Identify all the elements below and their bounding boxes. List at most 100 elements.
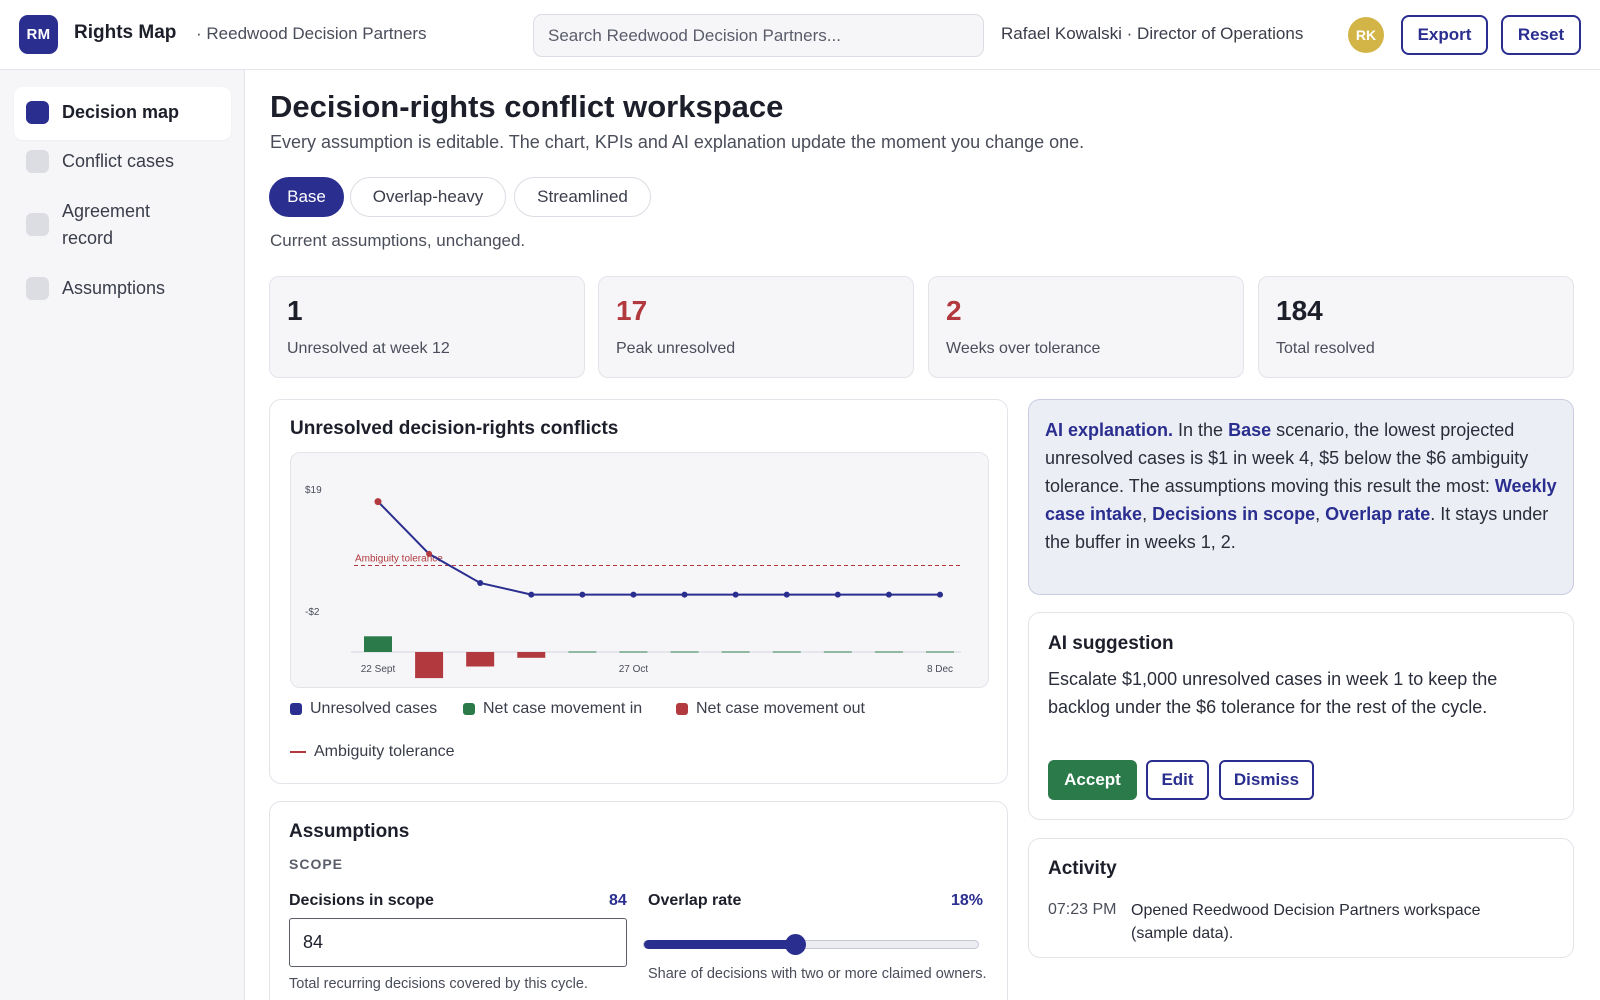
unresolved-point: [528, 591, 535, 598]
chart-title: Unresolved decision-rights conflicts: [290, 418, 619, 439]
slider-thumb[interactable]: [785, 934, 807, 955]
assumptions-icon: [26, 277, 49, 300]
agreement-record-icon: [26, 213, 49, 236]
ai-scenario: Base: [1228, 420, 1272, 440]
legend-in: Net case movement in: [463, 700, 642, 718]
sidebar-item-label: Assumptions: [62, 278, 166, 298]
kpi-value: 2: [946, 295, 962, 326]
page-subtitle: Every assumption is editable. The chart,…: [270, 132, 1085, 152]
ai-suggestion-text: Escalate $1,000 unresolved cases in week…: [1048, 669, 1498, 717]
unresolved-point: [834, 591, 841, 598]
kpi-weeks-over-tolerance: 2 Weeks over tolerance: [928, 276, 1244, 378]
legend-label: Ambiguity tolerance: [314, 743, 455, 760]
sidebar-item-label: Agreement record: [62, 201, 151, 248]
decisions-in-scope-value: 84: [609, 892, 627, 909]
y-tick-label: -$2: [305, 607, 320, 618]
sidebar-item-conflict-cases[interactable]: Conflict cases: [14, 136, 231, 189]
chart-card: Unresolved decision-rights conflicts Amb…: [269, 399, 1008, 784]
activity-title: Activity: [1048, 858, 1117, 879]
sidebar-item-assumptions[interactable]: Assumptions: [14, 263, 231, 316]
ai-text: ,: [1142, 504, 1153, 524]
legend-swatch: [290, 703, 302, 715]
unresolved-point: [579, 591, 586, 598]
kpi-unresolved-week-12: 1 Unresolved at week 12: [269, 276, 585, 378]
unresolved-conflicts-chart: Ambiguity tolerance$19-$222 Sept 27 Oct 8 …: [305, 485, 961, 679]
assumptions-title: Assumptions: [289, 821, 410, 842]
kpi-value: 184: [1276, 295, 1323, 326]
unresolved-point: [937, 591, 943, 598]
scenario-tab-overlap-heavy[interactable]: Overlap-heavy: [350, 177, 506, 217]
decisions-in-scope-input[interactable]: [289, 918, 627, 967]
accept-button[interactable]: Accept: [1048, 760, 1137, 800]
legend-label: Net case movement in: [483, 700, 643, 717]
unresolved-point: [477, 579, 484, 586]
unresolved-point: [630, 591, 637, 598]
conflict-cases-icon: [26, 150, 49, 173]
ai-driver[interactable]: Overlap rate: [1325, 504, 1430, 524]
page-title: Decision-rights conflict workspace: [270, 89, 784, 124]
bar-in: [364, 636, 392, 652]
legend-out: Net case movement out: [676, 700, 865, 718]
ai-driver[interactable]: Decisions in scope: [1152, 504, 1315, 524]
app-logo: RM: [19, 15, 58, 54]
legend-swatch: [676, 703, 688, 715]
kpi-label: Unresolved at week 12: [287, 340, 450, 357]
bar-out: [415, 652, 444, 679]
overlap-rate-slider[interactable]: [643, 934, 979, 955]
decisions-help: Total recurring decisions covered by thi…: [289, 976, 588, 992]
ai-suggestion-card: AI suggestion Escalate $1,000 unresolved…: [1028, 612, 1574, 820]
legend-label: Unresolved cases: [310, 700, 438, 717]
dismiss-button[interactable]: Dismiss: [1219, 760, 1314, 800]
scenario-tab-streamlined[interactable]: Streamlined: [514, 177, 651, 217]
legend-tolerance: Ambiguity tolerance: [290, 743, 455, 761]
kpi-total-resolved: 184 Total resolved: [1258, 276, 1574, 378]
ai-explanation-card: AI explanation. In the Base scenario, th…: [1028, 399, 1574, 595]
decision-map-icon: [26, 101, 49, 124]
avatar[interactable]: RK: [1348, 17, 1384, 53]
overlap-rate-label: Overlap rate: [648, 892, 742, 909]
unresolved-point: [732, 591, 739, 598]
scenario-note: Current assumptions, unchanged.: [270, 231, 526, 250]
edit-button[interactable]: Edit: [1146, 760, 1209, 800]
legend-swatch: [463, 703, 475, 715]
kpi-label: Peak unresolved: [616, 340, 736, 357]
overlap-help: Share of decisions with two or more clai…: [648, 966, 987, 982]
overlap-rate-value: 18%: [951, 892, 984, 909]
reset-button[interactable]: Reset: [1501, 15, 1581, 55]
slider-fill: [644, 940, 796, 949]
unresolved-line: [377, 500, 940, 596]
bar-out: [466, 652, 495, 667]
legend-swatch: [290, 751, 306, 753]
ai-explanation-lead: AI explanation.: [1045, 420, 1174, 440]
kpi-label: Weeks over tolerance: [946, 340, 1101, 357]
unresolved-point: [374, 498, 382, 506]
assumptions-card: Assumptions SCOPE Decisions in scope 84 …: [269, 801, 1008, 1000]
user-name: Rafael Kowalski · Director of Operations: [1001, 24, 1304, 43]
kpi-value: 17: [616, 295, 648, 326]
unresolved-point: [783, 591, 790, 598]
search-input[interactable]: [533, 14, 984, 57]
unresolved-point: [426, 550, 433, 557]
section-label: SCOPE: [289, 856, 344, 872]
ai-text: ,: [1315, 504, 1326, 524]
sidebar: Decision map Conflict cases Agreement re…: [0, 70, 245, 1000]
legend-label: Net case movement out: [696, 700, 865, 717]
ai-suggestion-title: AI suggestion: [1048, 633, 1174, 654]
legend-unresolved: Unresolved cases: [290, 700, 437, 718]
x-tick-label: 22 Sept: [361, 664, 396, 675]
org-name: · Reedwood Decision Partners: [196, 24, 427, 43]
bar-out: [517, 652, 546, 658]
scenario-tab-base[interactable]: Base: [269, 177, 344, 217]
x-tick-label: 8 Dec: [927, 664, 953, 675]
sidebar-item-decision-map[interactable]: Decision map: [14, 87, 231, 140]
activity-text: Opened Reedwood Decision Partners worksp…: [1131, 902, 1481, 942]
decisions-in-scope-label: Decisions in scope: [289, 892, 434, 909]
kpi-label: Total resolved: [1276, 340, 1375, 357]
top-bar: RM Rights Map · Reedwood Decision Partne…: [0, 0, 1600, 70]
export-button[interactable]: Export: [1401, 15, 1488, 55]
app-title: Rights Map: [74, 22, 177, 43]
unresolved-point: [681, 591, 688, 598]
sidebar-item-agreement-record[interactable]: Agreement record: [14, 186, 231, 266]
sidebar-item-label: Decision map: [62, 102, 180, 122]
chart-area: Ambiguity tolerance $19 -$2 22 Sept 27 Oct 8 …: [290, 452, 989, 688]
